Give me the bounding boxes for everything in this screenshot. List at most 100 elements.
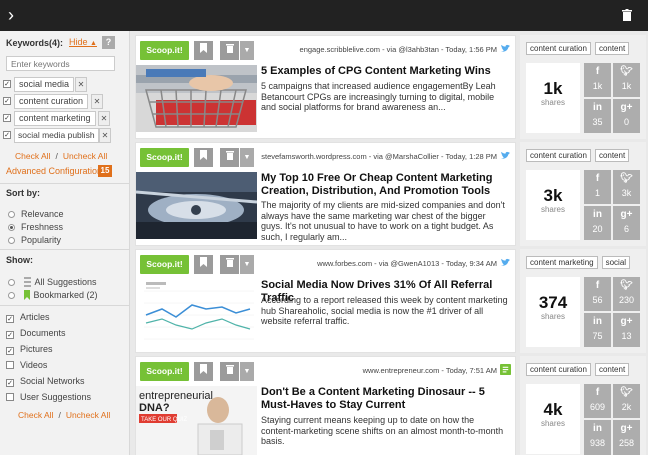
bookmark-button[interactable] xyxy=(194,362,213,381)
delete-button[interactable] xyxy=(220,41,239,60)
trash-icon xyxy=(225,258,234,267)
tag[interactable]: content xyxy=(594,42,630,55)
shares-label: shares xyxy=(540,312,565,321)
sort-option-relevance[interactable]: Relevance xyxy=(8,209,64,221)
list-icon xyxy=(23,277,31,287)
radio-button[interactable] xyxy=(8,292,15,299)
chevron-right-icon[interactable]: › xyxy=(8,6,14,24)
bookmark-button[interactable] xyxy=(194,41,213,60)
source-meta[interactable]: stevefamsworth.wordpress.com - via @Mars… xyxy=(261,152,497,161)
show-all-suggestions[interactable]: All Suggestions xyxy=(8,277,97,289)
radio-button[interactable] xyxy=(8,279,15,286)
checkbox[interactable]: ✓ xyxy=(6,315,14,323)
linkedin-icon: in xyxy=(593,316,602,327)
checkbox[interactable]: ✓ xyxy=(6,331,14,339)
keyword-checkbox[interactable]: ✓ xyxy=(3,114,11,122)
scoop-button[interactable]: Scoop.it! xyxy=(140,362,189,381)
article-title[interactable]: Don't Be a Content Marketing Dinosaur --… xyxy=(261,386,511,412)
keywords-input[interactable] xyxy=(6,56,115,71)
uncheck-all-link[interactable]: Uncheck All xyxy=(63,151,107,161)
hide-keywords-link[interactable]: Hide ▲ xyxy=(69,37,97,47)
article-thumbnail[interactable] xyxy=(136,65,257,132)
twitter-icon xyxy=(500,258,511,266)
tag[interactable]: content xyxy=(594,363,630,376)
tag[interactable]: content curation xyxy=(526,363,591,376)
share-stats: content marketing social 374 shares f 56 🐦︎… xyxy=(520,249,646,353)
delete-button[interactable] xyxy=(220,148,239,167)
dropdown-button[interactable]: ▼ xyxy=(240,362,254,381)
bookmark-button[interactable] xyxy=(194,255,213,274)
googleplus-icon: g+ xyxy=(620,423,633,434)
show-bookmarked[interactable]: Bookmarked (2) xyxy=(8,290,98,302)
tag[interactable]: content curation xyxy=(526,149,591,162)
facebook-icon: f xyxy=(595,387,600,398)
googleplus-icon: g+ xyxy=(620,102,633,113)
remove-keyword-icon[interactable]: ✕ xyxy=(98,111,110,126)
advanced-configuration-link[interactable]: Advanced Configuration xyxy=(6,166,102,176)
advanced-count-badge: 15 xyxy=(98,165,112,177)
bookmark-icon xyxy=(200,364,207,374)
type-articles[interactable]: ✓ Articles xyxy=(6,312,50,324)
sort-option-freshness[interactable]: Freshness xyxy=(8,222,63,234)
dropdown-button[interactable]: ▼ xyxy=(240,148,254,167)
suggestion-card: Scoop.it! ▼ engage.scribblelive.com - vi… xyxy=(135,35,516,139)
trash-icon[interactable] xyxy=(622,9,632,21)
tag[interactable]: content xyxy=(594,149,630,162)
type-videos[interactable]: Videos xyxy=(6,360,47,372)
uncheck-all-link[interactable]: Uncheck All xyxy=(66,410,110,420)
type-user-suggestions[interactable]: User Suggestions xyxy=(6,392,91,404)
sort-option-popularity[interactable]: Popularity xyxy=(8,235,61,247)
type-social-networks[interactable]: ✓ Social Networks xyxy=(6,376,85,388)
checkbox[interactable]: ✓ xyxy=(6,347,14,355)
caret-up-icon: ▲ xyxy=(90,40,97,47)
type-documents[interactable]: ✓ Documents xyxy=(6,328,66,340)
remove-keyword-icon[interactable]: ✕ xyxy=(75,77,87,92)
source-meta[interactable]: engage.scribblelive.com - via @l3ahb3tan… xyxy=(300,45,497,54)
tag[interactable]: content curation xyxy=(526,42,591,55)
scoop-button[interactable]: Scoop.it! xyxy=(140,148,189,167)
check-all-link[interactable]: Check All xyxy=(15,151,50,161)
scoop-button[interactable]: Scoop.it! xyxy=(140,255,189,274)
remove-keyword-icon[interactable]: ✕ xyxy=(99,128,111,143)
tag[interactable]: social xyxy=(601,256,631,269)
check-all-link[interactable]: Check All xyxy=(18,410,53,420)
total-shares: 4k shares xyxy=(526,384,580,454)
dropdown-button[interactable]: ▼ xyxy=(240,41,254,60)
dropdown-button[interactable]: ▼ xyxy=(240,255,254,274)
source-meta[interactable]: www.forbes.com - via @GwenA1013 - Today,… xyxy=(317,259,497,268)
type-pictures[interactable]: ✓ Pictures xyxy=(6,344,53,356)
googleplus-icon: g+ xyxy=(620,209,633,220)
thumb-text-2: DNA? xyxy=(139,402,170,414)
scoop-button[interactable]: Scoop.it! xyxy=(140,41,189,60)
radio-button[interactable] xyxy=(8,211,15,218)
keyword-checkbox[interactable]: ✓ xyxy=(3,131,11,139)
share-stats: content curation content 4k shares f 609 🐦︎… xyxy=(520,356,646,455)
article-title[interactable]: 5 Examples of CPG Content Marketing Wins xyxy=(261,65,511,78)
share-stats: content curation content 3k shares f1 🐦︎ 3k… xyxy=(520,142,646,246)
tag[interactable]: content marketing xyxy=(526,256,598,269)
help-button[interactable]: ? xyxy=(102,36,115,49)
total-shares: 374 shares xyxy=(526,277,580,347)
remove-keyword-icon[interactable]: ✕ xyxy=(91,94,103,109)
top-bar: › xyxy=(0,0,648,31)
feed-icon xyxy=(500,364,511,375)
article-thumbnail[interactable] xyxy=(136,279,257,346)
checkbox[interactable] xyxy=(6,361,14,369)
facebook-icon: f xyxy=(595,66,600,77)
keyword-check-links: Check All / Uncheck All xyxy=(15,151,108,161)
article-title[interactable]: My Top 10 Free Or Cheap Content Marketin… xyxy=(261,172,511,198)
radio-button[interactable] xyxy=(8,224,15,231)
checkbox[interactable]: ✓ xyxy=(6,379,14,387)
source-meta[interactable]: www.entrepreneur.com - Today, 7:51 AM xyxy=(363,366,497,375)
bookmark-button[interactable] xyxy=(194,148,213,167)
type-check-links: Check All / Uncheck All xyxy=(18,410,111,420)
delete-button[interactable] xyxy=(220,255,239,274)
caret-down-icon: ▼ xyxy=(243,261,251,268)
delete-button[interactable] xyxy=(220,362,239,381)
article-thumbnail[interactable]: entrepreneurial DNA? TAKE OUR QUIZ xyxy=(136,386,257,455)
keyword-checkbox[interactable]: ✓ xyxy=(3,97,11,105)
keyword-checkbox[interactable]: ✓ xyxy=(3,80,11,88)
checkbox[interactable] xyxy=(6,393,14,401)
radio-button[interactable] xyxy=(8,237,15,244)
article-thumbnail[interactable] xyxy=(136,172,257,239)
